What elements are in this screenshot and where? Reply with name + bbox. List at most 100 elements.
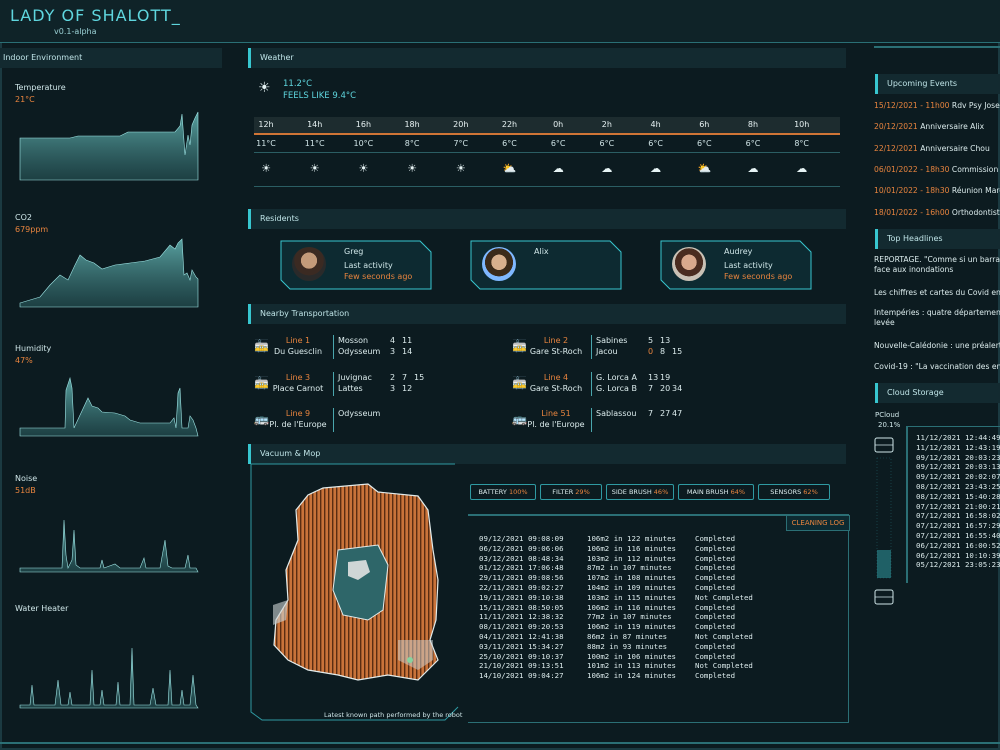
event-item[interactable]: 20/12/2021 Anniversaire Alix <box>874 122 984 131</box>
forecast-hour: 16h <box>355 120 372 129</box>
log-area: 106m2 in 116 minutes <box>587 602 676 612</box>
headline-item[interactable]: REPORTAGE. "Comme si un barrage face aux … <box>874 255 1000 275</box>
forecast-temp: 8°C <box>404 139 420 148</box>
transport-destination: Mosson <box>338 336 369 345</box>
transport-departure-minutes: 3 <box>390 384 396 393</box>
transport-destination: Jacou <box>596 347 618 356</box>
transport-destination: G. Lorca B <box>596 384 637 393</box>
transport-line-number: Line 4 <box>543 373 569 382</box>
transport-departure-minutes: 12 <box>402 384 413 393</box>
sun-icon: ☀ <box>358 162 369 175</box>
forecast-temp: 6°C <box>599 139 615 148</box>
transport-departure-minutes: 15 <box>414 373 425 382</box>
sun-icon: ☀ <box>309 162 320 175</box>
forecast-hour: 20h <box>453 120 469 129</box>
log-status: Completed <box>695 622 736 632</box>
noise-value: 51dB <box>15 486 36 495</box>
log-area: 107m2 in 108 minutes <box>587 573 676 583</box>
forecast-temp: 10°C <box>353 139 374 148</box>
temperature-label: Temperature <box>15 83 66 92</box>
headline-item[interactable]: Covid-19 : "La vaccination des enfan <box>874 362 1000 372</box>
forecast-hour: 22h <box>501 120 518 129</box>
headline-item[interactable]: Nouvelle-Calédonie : une préalerte c <box>874 341 1000 351</box>
resident-card-greg[interactable]: Greg Last activity Few seconds ago <box>280 240 432 290</box>
event-date: 22/12/2021 <box>874 143 918 153</box>
water-heater-label: Water Heater <box>15 604 69 613</box>
event-item[interactable]: 15/12/2021 - 11h00 Rdv Psy Josep <box>874 101 1000 110</box>
log-date: 09/12/2021 09:08:09 <box>479 534 564 543</box>
avatar-audrey <box>672 247 706 281</box>
co2-chart <box>19 238 199 308</box>
transport-departure-minutes: 13 <box>648 373 659 382</box>
transport-destination: G. Lorca A <box>596 373 637 382</box>
cloud-backup-timestamp: 08/12/2021 15:40:28 <box>916 491 1000 501</box>
feels-like: FEELS LIKE 9.4°C <box>283 91 357 101</box>
transport-stop-name: Pl. de l'Europe <box>527 420 585 429</box>
log-status: Completed <box>695 671 736 681</box>
bottom-bar <box>0 742 1000 744</box>
residents-section-title: Residents <box>248 209 846 229</box>
cloud-backup-timestamp: 07/12/2021 21:00:21 <box>916 501 1000 511</box>
transport-separator <box>333 335 334 359</box>
log-area: 101m2 in 113 minutes <box>587 661 676 671</box>
vacuum-stat-value: 62% <box>803 488 818 496</box>
cloud-section-title: Cloud Storage <box>875 383 1000 403</box>
humidity-chart <box>19 376 199 437</box>
forecast-hour: 8h <box>747 120 759 129</box>
vacuum-stat-value: 29% <box>575 488 590 496</box>
event-item[interactable]: 18/01/2022 - 16h00 Orthodontiste <box>874 208 1000 217</box>
headline-line: face aux inondations <box>874 265 954 274</box>
transport-departure-minutes: 0 <box>648 347 654 356</box>
log-date: 08/11/2021 09:20:53 <box>479 622 564 632</box>
log-status: Completed <box>695 573 736 583</box>
transport-departure-minutes: 5 <box>648 336 654 345</box>
transport-departure-minutes: 11 <box>402 336 413 345</box>
cloud-backup-timestamp: 11/12/2021 12:44:49 <box>916 433 1000 442</box>
current-temperature: 11.2°C <box>283 79 313 89</box>
log-date: 29/11/2021 09:08:56 <box>479 573 564 583</box>
resident-activity: Last activity <box>724 261 773 270</box>
transport-departure-minutes: 20 <box>660 384 671 393</box>
transport-line-number: Line 3 <box>285 373 311 382</box>
headline-line: REPORTAGE. "Comme si un barrage <box>874 255 1000 264</box>
transport-departure-minutes: 15 <box>672 347 683 356</box>
event-date: 18/01/2022 <box>874 207 918 217</box>
event-item[interactable]: 22/12/2021 Anniversaire Chou <box>874 144 990 153</box>
transport-line-number: Line 51 <box>541 409 571 418</box>
log-status: Completed <box>695 543 736 553</box>
vacuum-stat-value: 64% <box>730 488 746 496</box>
forecast-bottom-divider <box>254 186 840 187</box>
bus-icon: 🚌 <box>254 412 269 426</box>
transport-stop-name: Pl. de l'Europe <box>269 420 327 429</box>
sun-icon: ☀ <box>261 162 271 175</box>
transport-departure-minutes: 7 <box>648 384 654 393</box>
event-item[interactable]: 10/01/2022 - 18h30 Réunion Mare <box>874 186 1000 195</box>
vacuum-stat-value: 46% <box>653 488 669 496</box>
resident-card-audrey[interactable]: Audrey Last activity Few seconds ago <box>660 240 812 290</box>
vacuum-stat-battery: BATTERY 100% <box>470 484 536 500</box>
vacuum-map <box>273 483 439 681</box>
event-item[interactable]: 06/01/2022 - 18h30 Commission c <box>874 165 1000 174</box>
co2-label: CO2 <box>15 213 32 222</box>
transport-separator <box>591 335 592 359</box>
transport-destination: Odysseum <box>338 347 381 356</box>
headline-line: Les chiffres et cartes du Covid en Fra <box>874 288 1000 297</box>
headline-item[interactable]: Les chiffres et cartes du Covid en Fra <box>874 288 1000 298</box>
tram-icon: 🚋 <box>254 339 269 353</box>
vacuum-section-title: Vacuum & Mop <box>248 444 846 464</box>
vacuum-stat-side-brush: SIDE BRUSH 46% <box>606 484 674 500</box>
event-title: Anniversaire Alix <box>920 122 985 132</box>
log-status: Completed <box>695 583 736 592</box>
forecast-hour: 6h <box>699 120 710 129</box>
resident-name: Greg <box>344 247 364 256</box>
event-title: Commission c <box>951 164 1000 174</box>
event-time: - 11h00 <box>920 101 950 110</box>
forecast-temp: 6°C <box>696 139 712 148</box>
log-area: 106m2 in 116 minutes <box>587 543 676 553</box>
log-status: Completed <box>695 563 736 573</box>
vacuum-stat-main-brush: MAIN BRUSH 64% <box>678 484 754 500</box>
app-title: LADY OF SHALOTT_ <box>10 6 181 25</box>
headline-item[interactable]: Intempéries : quatre départements olevée <box>874 308 1000 328</box>
headline-line: Intempéries : quatre départements o <box>874 308 1000 317</box>
resident-card-alix[interactable]: Alix <box>470 240 622 290</box>
